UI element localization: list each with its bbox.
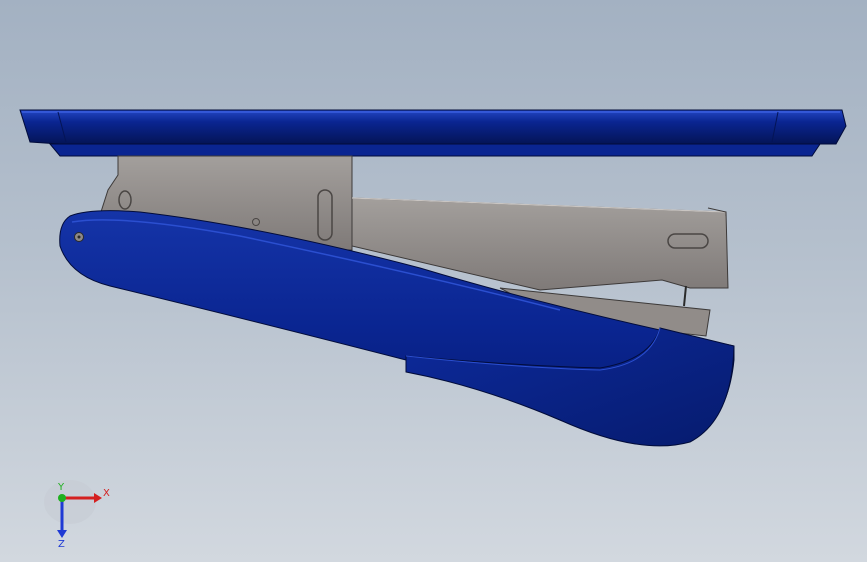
graphics-viewport[interactable]: X Y Z bbox=[0, 0, 867, 562]
stapler-model[interactable] bbox=[0, 0, 867, 562]
y-axis-label: Y bbox=[57, 482, 65, 493]
z-axis-label: Z bbox=[58, 539, 65, 548]
y-axis-marker bbox=[58, 494, 66, 502]
base-plate[interactable] bbox=[19, 109, 847, 157]
pivot-screw[interactable] bbox=[74, 232, 84, 242]
coordinate-triad: X Y Z bbox=[44, 480, 110, 548]
x-axis-label: X bbox=[103, 488, 110, 499]
